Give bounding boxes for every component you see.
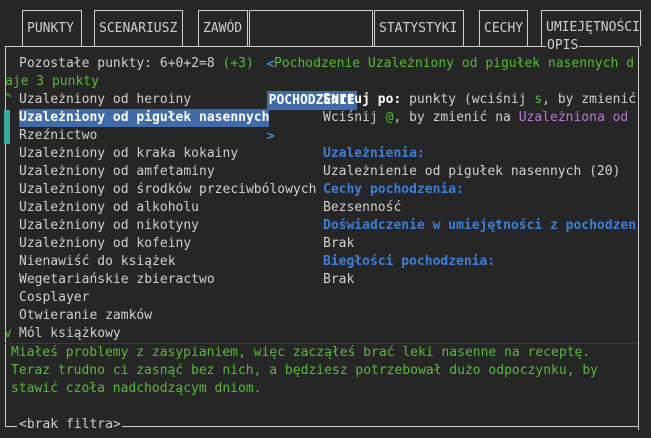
tab-label: UMIEJĘTNOŚCI: [546, 20, 640, 35]
tab-zawod[interactable]: ZAWÓD: [198, 10, 248, 46]
details-pane: Sortuj po: punkty (wciśnij s, by zmienić…: [323, 91, 638, 341]
tab-label: ZAWÓD: [203, 21, 243, 36]
description-line: Teraz trudno ci zasnąć bez nich, a będzi…: [11, 363, 598, 378]
scroll-up-indicator[interactable]: ^: [4, 91, 12, 109]
list-item[interactable]: Wegetariańskie zbieractwo: [19, 271, 215, 289]
addictions-heading: Uzależnienia:: [323, 146, 425, 161]
scrollbar-thumb[interactable]: [4, 110, 10, 144]
gender-alt-name: Uzależniona od: [518, 110, 629, 125]
gender-toggle-line: Wciśnij @, by zmienić na Uzależniona od: [323, 109, 628, 127]
list-item[interactable]: Uzależniony od kraka kokainy: [19, 145, 238, 163]
frame-right-border: [638, 46, 639, 430]
addiction-value: Uzależnienie od pigułek nasennych (20): [323, 164, 621, 179]
scroll-down-indicator[interactable]: v: [4, 325, 12, 343]
frame-left-border-lower: [5, 402, 6, 426]
tab-pochodzenie[interactable]: < POCHODZENIE >: [249, 10, 373, 144]
list-item[interactable]: Otwieranie zamków: [19, 307, 152, 325]
frame-bottom-border: [5, 426, 17, 427]
points-summary: Pozostałe punkty: 6+0+2=8 (+3): [19, 55, 254, 73]
sort-label: Sortuj po:: [323, 92, 402, 107]
experience-heading: Doświadczenie w umiejętności z pochodzen: [323, 218, 637, 233]
list-item[interactable]: Uzależniony od heroiny: [19, 91, 191, 109]
frame-bottom-border-right: [122, 426, 638, 427]
gender-text: Wciśnij: [323, 110, 386, 125]
filter-label[interactable]: <brak filtra>: [19, 416, 121, 434]
description-line: Miałeś problemy z zasypianiem, więc zacz…: [11, 345, 591, 360]
list-item[interactable]: Uzależniony od nikotyny: [19, 217, 199, 235]
tab-label: SCENARIUSZ: [99, 21, 178, 36]
sort-text: punkty (wciśnij: [401, 92, 535, 107]
tab-scenariusz[interactable]: SCENARIUSZ: [94, 10, 183, 46]
list-item[interactable]: Mól książkowy: [19, 325, 121, 343]
list-item-selected[interactable]: Uzależniony od pigułek nasennych: [19, 109, 270, 127]
sort-line: Sortuj po: punkty (wciśnij s, by zmienić: [323, 91, 636, 109]
origin-cost-text-wrap: aje 3 punkty: [5, 74, 99, 89]
list-item[interactable]: Cosplayer: [19, 289, 89, 307]
proficiency-value: Brak: [323, 272, 355, 287]
tab-statystyki[interactable]: STATYSTYKI: [374, 10, 464, 46]
origin-cost-text: Pochodzenie Uzależniony od pigułek nasen…: [274, 56, 635, 71]
gender-text-mid: , by zmienić na: [393, 110, 519, 125]
points-delta: (+3): [222, 56, 254, 71]
sort-key[interactable]: s: [534, 92, 542, 107]
tab-punkty[interactable]: PUNKTY: [22, 10, 82, 46]
list-item[interactable]: Uzależniony od kofeiny: [19, 235, 191, 253]
tab-label: CECHY: [484, 21, 524, 36]
list-item[interactable]: Rzeźnictwo: [19, 127, 97, 145]
list-item[interactable]: Uzależniony od alkoholu: [19, 199, 199, 217]
opis-label: OPIS: [546, 37, 580, 55]
tab-cechy[interactable]: CECHY: [479, 10, 528, 46]
list-item[interactable]: Uzależniony od amfetaminy: [19, 163, 215, 181]
description-line: stawić czoła nadchodzącym dniom.: [11, 381, 262, 396]
tab-label: STATYSTYKI: [379, 21, 458, 36]
tab-label: PUNKTY: [27, 21, 74, 36]
traits-heading: Cechy pochodzenia:: [323, 182, 464, 197]
sort-text-end: , by zmienić: [542, 92, 637, 107]
list-item[interactable]: Nienawiść do książek: [19, 253, 176, 271]
experience-value: Brak: [323, 236, 355, 251]
proficiency-heading: Biegłości pochodzenia:: [323, 254, 496, 269]
tab-right-arrow: >: [266, 129, 275, 144]
trait-value: Bezsenność: [323, 200, 402, 215]
points-label: Pozostałe punkty: 6+0+2=8: [19, 56, 215, 71]
list-item[interactable]: Uzależniony od środków przeciwbólowych: [19, 181, 316, 199]
